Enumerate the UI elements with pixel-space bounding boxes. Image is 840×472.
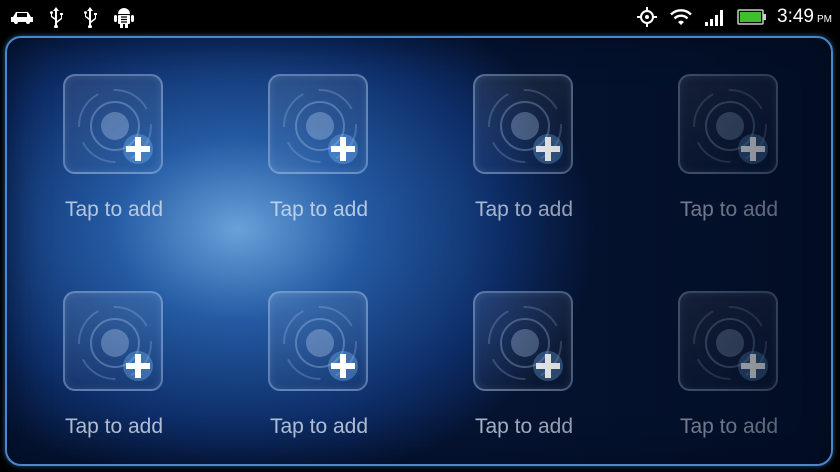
add-slot[interactable]: Tap to add [659, 74, 799, 244]
tap-to-add-label: Tap to add [64, 198, 164, 221]
tap-to-add-label: Tap to add [64, 415, 164, 438]
add-slot[interactable]: Tap to add [249, 291, 389, 461]
usb-icon [78, 6, 102, 28]
status-bar: 3:49 PM [0, 0, 840, 34]
tap-to-add-label: Tap to add [269, 415, 369, 438]
placeholder-plus-icon [78, 306, 153, 381]
placeholder-plus-icon [488, 306, 563, 381]
add-slot[interactable]: Tap to add [249, 74, 389, 244]
add-slot[interactable]: Tap to add [454, 74, 594, 244]
placeholder-plus-icon [693, 306, 768, 381]
add-slot[interactable]: Tap to add [454, 291, 594, 461]
add-tile[interactable] [473, 74, 573, 174]
add-tile[interactable] [678, 74, 778, 174]
notification-icons [10, 6, 136, 28]
gps-icon [635, 6, 659, 28]
android-debug-icon [112, 6, 136, 28]
add-tile[interactable] [268, 74, 368, 174]
add-widget-panel: Tap to add Tap to add Tap to add Tap to … [5, 36, 833, 466]
add-tile[interactable] [678, 291, 778, 391]
wifi-icon [669, 6, 693, 28]
tap-to-add-label: Tap to add [679, 415, 779, 438]
signal-icon [703, 6, 727, 28]
add-tile[interactable] [63, 74, 163, 174]
tap-to-add-label: Tap to add [474, 415, 574, 438]
battery-icon [737, 6, 767, 28]
tap-to-add-label: Tap to add [269, 198, 369, 221]
placeholder-plus-icon [693, 89, 768, 164]
tap-to-add-label: Tap to add [679, 198, 779, 221]
tap-to-add-label: Tap to add [474, 198, 574, 221]
clock-ampm: PM [817, 14, 832, 25]
add-slot[interactable]: Tap to add [659, 291, 799, 461]
add-slot[interactable]: Tap to add [44, 74, 184, 244]
add-tile[interactable] [63, 291, 163, 391]
clock-time: 3:49 [777, 6, 814, 27]
add-tile[interactable] [268, 291, 368, 391]
add-slot[interactable]: Tap to add [44, 291, 184, 461]
car-icon [10, 6, 34, 28]
add-tile[interactable] [473, 291, 573, 391]
placeholder-plus-icon [78, 89, 153, 164]
placeholder-plus-icon [283, 306, 358, 381]
system-icons: 3:49 PM [635, 5, 832, 29]
placeholder-plus-icon [283, 89, 358, 164]
placeholder-plus-icon [488, 89, 563, 164]
clock: 3:49 PM [777, 6, 832, 28]
usb-icon [44, 6, 68, 28]
